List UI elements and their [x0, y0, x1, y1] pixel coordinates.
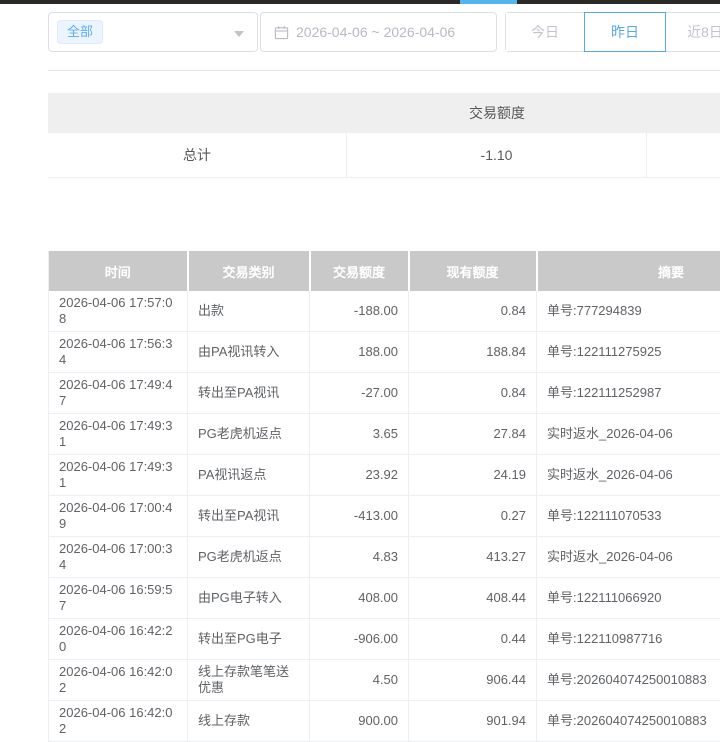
calendar-icon [274, 25, 289, 40]
summary-total-row: 总计 -1.10 [48, 133, 720, 178]
table-row: 2026-04-06 17:49:31PG老虎机返点3.6527.84实时返水_… [49, 414, 720, 455]
scrollbar-thumb[interactable] [460, 0, 517, 4]
cell-r5-c1: 转出至PA视讯 [188, 496, 310, 537]
column-header-3: 现有额度 [409, 251, 537, 291]
cell-r3-c0: 2026-04-06 17:49:31 [49, 414, 188, 455]
cell-r1-c0: 2026-04-06 17:56:34 [49, 332, 188, 373]
cell-r2-c2: -27.00 [310, 373, 409, 414]
horizontal-scrollbar[interactable] [0, 0, 720, 4]
table-row: 2026-04-06 17:00:49转出至PA视讯-413.000.27单号:… [49, 496, 720, 537]
cell-r0-c2: -188.00 [310, 291, 409, 332]
column-header-2: 交易额度 [310, 251, 409, 291]
cell-r2-c1: 转出至PA视讯 [188, 373, 310, 414]
table-row: 2026-04-06 17:49:31PA视讯返点23.9224.19实时返水_… [49, 455, 720, 496]
cell-r10-c2: 900.00 [310, 701, 409, 742]
cell-r3-c4: 实时返水_2026-04-06 [537, 414, 720, 455]
cell-r8-c1: 转出至PG电子 [188, 619, 310, 660]
cell-r9-c2: 4.50 [310, 660, 409, 701]
cell-r8-c3: 0.44 [409, 619, 537, 660]
date-range-value: 2026-04-06 ~ 2026-04-06 [296, 24, 455, 40]
table-row: 2026-04-06 17:57:08出款-188.000.84单号:77729… [49, 291, 720, 332]
cell-r7-c2: 408.00 [310, 578, 409, 619]
cell-r0-c3: 0.84 [409, 291, 537, 332]
filter-divider [48, 70, 720, 71]
cell-r8-c4: 单号:122110987716 [537, 619, 720, 660]
cell-r7-c3: 408.44 [409, 578, 537, 619]
cell-r5-c0: 2026-04-06 17:00:49 [49, 496, 188, 537]
cell-r6-c0: 2026-04-06 17:00:34 [49, 537, 188, 578]
summary-header-label: 交易额度 [347, 93, 647, 133]
cell-r9-c3: 906.44 [409, 660, 537, 701]
cell-r2-c0: 2026-04-06 17:49:47 [49, 373, 188, 414]
cell-r4-c2: 23.92 [310, 455, 409, 496]
quick-range-button-2[interactable]: 近8日 [666, 13, 720, 51]
cell-r3-c3: 27.84 [409, 414, 537, 455]
cell-r10-c3: 901.94 [409, 701, 537, 742]
cell-r9-c1: 线上存款笔笔送优惠 [188, 660, 310, 701]
column-header-4: 摘要 [537, 251, 720, 291]
summary-header-spacer [48, 93, 347, 133]
cell-r0-c1: 出款 [188, 291, 310, 332]
cell-r8-c2: -906.00 [310, 619, 409, 660]
table-row: 2026-04-06 16:42:02线上存款900.00901.94单号:20… [49, 701, 720, 742]
cell-r7-c1: 由PG电子转入 [188, 578, 310, 619]
table-row: 2026-04-06 17:00:34PG老虎机返点4.83413.27实时返水… [49, 537, 720, 578]
table-row: 2026-04-06 16:42:02线上存款笔笔送优惠4.50906.44单号… [49, 660, 720, 701]
table-row: 2026-04-06 16:42:20转出至PG电子-906.000.44单号:… [49, 619, 720, 660]
cell-r9-c0: 2026-04-06 16:42:02 [49, 660, 188, 701]
cell-r1-c1: 由PA视讯转入 [188, 332, 310, 373]
cell-r8-c0: 2026-04-06 16:42:20 [49, 619, 188, 660]
column-header-0: 时间 [49, 251, 188, 291]
transactions-table: 时间交易类别交易额度现有额度摘要 2026-04-06 17:57:08出款-1… [48, 251, 720, 742]
cell-r1-c3: 188.84 [409, 332, 537, 373]
cell-r0-c4: 单号:777294839 [537, 291, 720, 332]
table-row: 2026-04-06 16:59:57由PG电子转入408.00408.44单号… [49, 578, 720, 619]
table-row: 2026-04-06 17:49:47转出至PA视讯-27.000.84单号:1… [49, 373, 720, 414]
cell-r5-c3: 0.27 [409, 496, 537, 537]
cell-r6-c1: PG老虎机返点 [188, 537, 310, 578]
cell-r6-c4: 实时返水_2026-04-06 [537, 537, 720, 578]
cell-r10-c4: 单号:202604074250010883 [537, 701, 720, 742]
summary-total-value: -1.10 [347, 133, 647, 177]
table-row: 2026-04-06 17:56:34由PA视讯转入188.00188.84单号… [49, 332, 720, 373]
cell-r4-c4: 实时返水_2026-04-06 [537, 455, 720, 496]
cell-r10-c1: 线上存款 [188, 701, 310, 742]
cell-r6-c2: 4.83 [310, 537, 409, 578]
summary-header-row: 交易额度 [48, 93, 720, 133]
cell-r0-c0: 2026-04-06 17:57:08 [49, 291, 188, 332]
cell-r7-c4: 单号:122111066920 [537, 578, 720, 619]
cell-r3-c2: 3.65 [310, 414, 409, 455]
selected-tag[interactable]: 全部 [57, 20, 103, 44]
quick-range-button-0[interactable]: 今日 [506, 13, 584, 51]
column-header-1: 交易类别 [188, 251, 310, 291]
transactions-tbody: 2026-04-06 17:57:08出款-188.000.84单号:77729… [49, 291, 720, 742]
date-range-input[interactable]: 2026-04-06 ~ 2026-04-06 [260, 12, 497, 52]
cell-r1-c4: 单号:122111275925 [537, 332, 720, 373]
summary-table: 交易额度 总计 -1.10 [48, 93, 720, 178]
summary-total-label: 总计 [48, 133, 347, 177]
cell-r2-c4: 单号:122111252987 [537, 373, 720, 414]
category-select[interactable]: 全部 [48, 12, 258, 52]
cell-r5-c4: 单号:122111070533 [537, 496, 720, 537]
cell-r6-c3: 413.27 [409, 537, 537, 578]
cell-r3-c1: PG老虎机返点 [188, 414, 310, 455]
summary-empty-cell [647, 133, 720, 177]
cell-r4-c1: PA视讯返点 [188, 455, 310, 496]
table-header-row: 时间交易类别交易额度现有额度摘要 [49, 251, 720, 291]
cell-r5-c2: -413.00 [310, 496, 409, 537]
summary-header-spacer-right [647, 93, 720, 133]
quick-range-button-group: 今日昨日近8日 [505, 12, 720, 52]
cell-r1-c2: 188.00 [310, 332, 409, 373]
cell-r10-c0: 2026-04-06 16:42:02 [49, 701, 188, 742]
cell-r4-c0: 2026-04-06 17:49:31 [49, 455, 188, 496]
quick-range-button-1[interactable]: 昨日 [584, 12, 666, 52]
caret-down-icon [234, 31, 244, 37]
cell-r7-c0: 2026-04-06 16:59:57 [49, 578, 188, 619]
cell-r2-c3: 0.84 [409, 373, 537, 414]
cell-r4-c3: 24.19 [409, 455, 537, 496]
cell-r9-c4: 单号:202604074250010883 [537, 660, 720, 701]
